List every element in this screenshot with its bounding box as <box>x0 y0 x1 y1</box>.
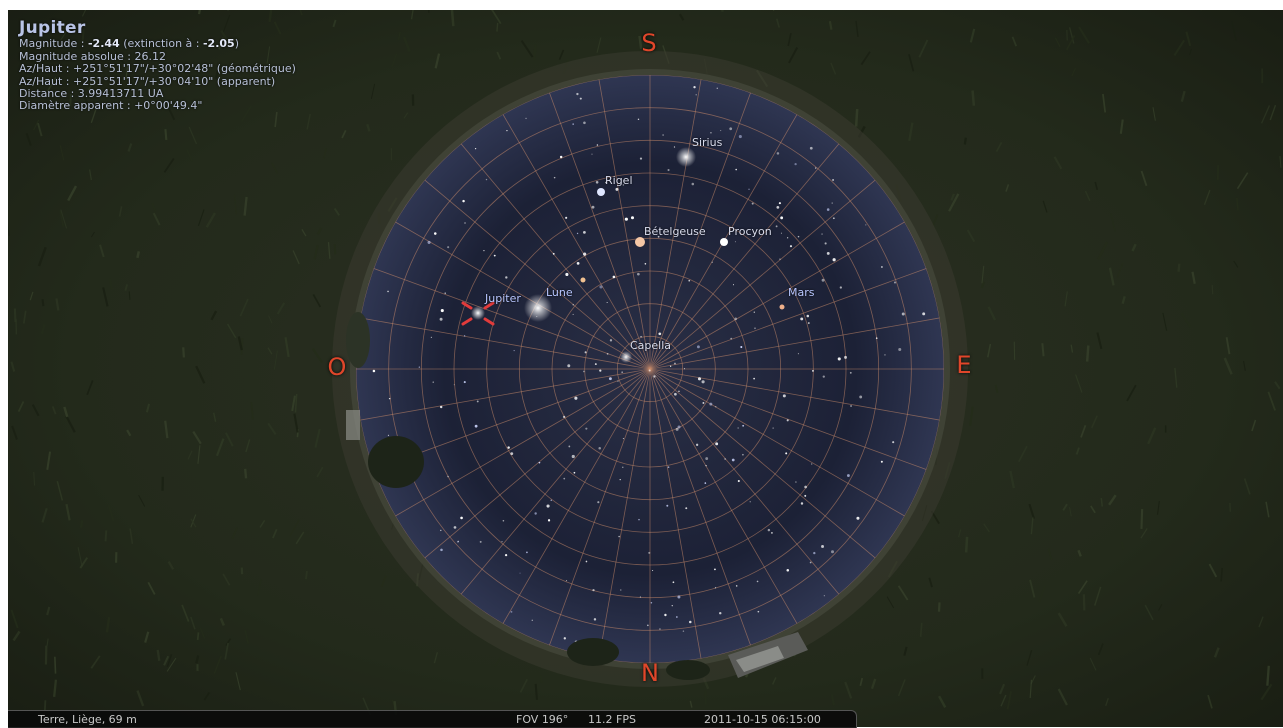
star <box>581 278 586 283</box>
magnitude-label: Magnitude : <box>19 37 88 50</box>
label-jupiter[interactable]: Jupiter <box>485 292 521 305</box>
betelgeuse-star[interactable] <box>635 237 645 247</box>
object-info-panel: Jupiter Magnitude : -2.44 (extinction à … <box>19 22 296 113</box>
cardinal-east: E <box>956 351 971 379</box>
mars-planet[interactable] <box>780 305 785 310</box>
label-rigel[interactable]: Rigel <box>605 174 633 187</box>
extinction-label: (extinction à : <box>120 37 203 50</box>
sky-viewport[interactable]: Jupiter Magnitude : -2.44 (extinction à … <box>8 10 1283 727</box>
procyon-star[interactable] <box>720 238 728 246</box>
jupiter-planet[interactable] <box>471 306 485 320</box>
object-name: Jupiter <box>19 22 296 34</box>
sirius-star[interactable] <box>676 147 696 167</box>
cardinal-south: S <box>641 29 656 57</box>
rigel-star[interactable] <box>597 188 605 196</box>
status-bar: Terre, Liège, 69 m FOV 196° 11.2 FPS 201… <box>8 710 857 728</box>
sky-dome-view[interactable] <box>8 10 1283 727</box>
tree-silhouette <box>346 312 370 368</box>
fps-text: 11.2 FPS <box>588 711 636 728</box>
label-moon[interactable]: Lune <box>546 286 573 299</box>
tree-silhouette <box>567 638 619 666</box>
magnitude-line: Magnitude : -2.44 (extinction à : -2.05) <box>19 38 296 50</box>
datetime-text: 2011-10-15 06:15:00 <box>704 711 821 728</box>
extinction-close: ) <box>235 37 239 50</box>
tree-silhouette <box>368 436 424 488</box>
location-text: Terre, Liège, 69 m <box>38 711 137 728</box>
label-procyon[interactable]: Procyon <box>728 225 772 238</box>
label-mars[interactable]: Mars <box>788 286 815 299</box>
cardinal-north: N <box>641 659 659 687</box>
label-capella[interactable]: Capella <box>630 339 671 352</box>
fov-text: FOV 196° <box>516 711 568 728</box>
az-alt-geometric: Az/Haut : +251°51'17"/+30°02'48" (géomét… <box>19 63 296 75</box>
cardinal-west: O <box>328 353 347 381</box>
building-silhouette <box>346 410 360 440</box>
label-sirius[interactable]: Sirius <box>692 136 722 149</box>
extinction-value: -2.05 <box>203 37 235 50</box>
tree-silhouette <box>666 660 710 680</box>
apparent-diameter: Diamètre apparent : +0°00'49.4" <box>19 100 296 112</box>
capella-star[interactable] <box>620 351 632 363</box>
label-betelgeuse[interactable]: Bételgeuse <box>644 225 706 238</box>
magnitude-value: -2.44 <box>88 37 120 50</box>
